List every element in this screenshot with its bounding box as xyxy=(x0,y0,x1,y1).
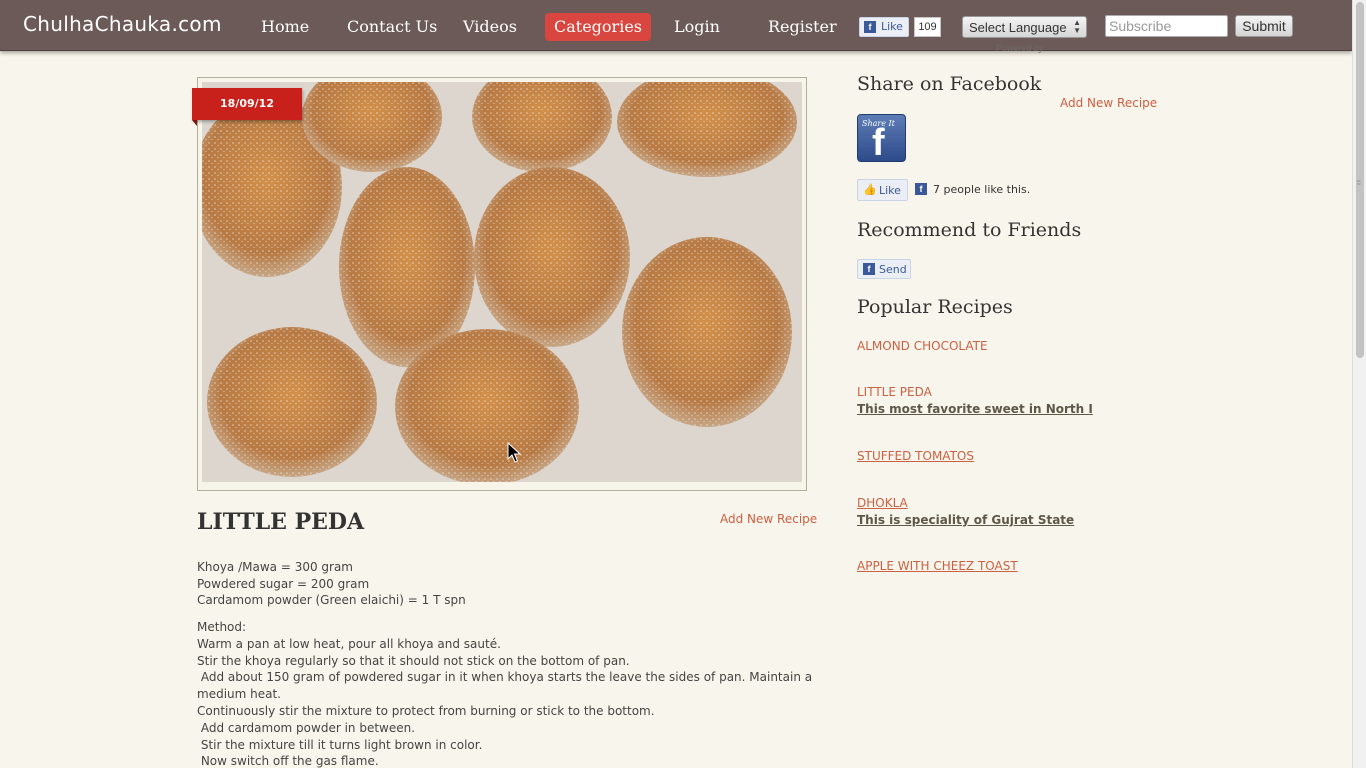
popular-recipe-link[interactable]: APPLE WITH CHEEZ TOAST xyxy=(857,559,1018,573)
method-line: Continuously stir the mixture to protect… xyxy=(197,703,655,718)
nav-categories[interactable]: Categories xyxy=(545,13,651,41)
popular-recipe-link[interactable]: DHOKLA xyxy=(857,496,908,510)
powered-by-text: Powered by xyxy=(996,43,1044,53)
subscribe-input[interactable]: Subscribe xyxy=(1105,15,1228,37)
popular-recipe-description[interactable]: This is speciality of Gujrat State xyxy=(857,513,1074,527)
recommend-heading: Recommend to Friends xyxy=(857,219,1082,241)
language-select[interactable]: Select Language ▲ ▼ xyxy=(962,16,1087,38)
ingredient-line: Cardamom powder (Green elaichi) = 1 T sp… xyxy=(197,593,466,608)
facebook-logo-icon: f xyxy=(872,122,885,162)
thumbs-up-icon: 👍 xyxy=(863,183,877,196)
method-line: Method: xyxy=(197,620,247,634)
nav-login[interactable]: Login xyxy=(674,17,720,36)
method-line: Stir the mixture till it turns light bro… xyxy=(197,737,483,752)
method-line: Add cardamom powder in between. xyxy=(197,720,416,735)
nav-contact-us[interactable]: Contact Us xyxy=(347,17,437,36)
nav-home[interactable]: Home xyxy=(261,17,309,36)
popular-recipe-link[interactable]: STUFFED TOMATOS xyxy=(857,449,974,463)
share-facebook-heading: Share on Facebook xyxy=(857,73,1042,95)
like-label: Like xyxy=(879,184,901,197)
add-new-recipe-link[interactable]: Add New Recipe xyxy=(720,512,817,526)
top-navbar: ChulhaChauka.com Home Contact Us Videos … xyxy=(0,0,1352,53)
facebook-like-button[interactable]: f Like xyxy=(859,17,909,37)
facebook-send-button[interactable]: f Send xyxy=(857,259,911,279)
mouse-cursor-icon xyxy=(507,442,521,463)
like-count-text: 7 people like this. xyxy=(933,183,1031,196)
site-logo[interactable]: ChulhaChauka.com xyxy=(23,12,222,36)
ingredient-line: Powdered sugar = 200 gram xyxy=(197,576,370,591)
popular-recipes-heading: Popular Recipes xyxy=(857,296,1013,318)
share-on-facebook-button[interactable]: Share It f xyxy=(857,114,906,162)
recipe-photo xyxy=(202,82,802,482)
sidebar-add-new-recipe-link[interactable]: Add New Recipe xyxy=(1060,96,1157,110)
ingredient-line: Khoya /Mawa = 300 gram xyxy=(197,560,353,574)
popular-recipe-link[interactable]: LITTLE PEDA xyxy=(857,385,932,399)
ingredients-list: Khoya /Mawa = 300 gram Powdered sugar = … xyxy=(197,559,466,609)
sidebar-like-button[interactable]: 👍 Like xyxy=(857,179,908,201)
nav-register[interactable]: Register xyxy=(768,17,837,36)
peda-sweets-image xyxy=(202,82,802,482)
nav-videos[interactable]: Videos xyxy=(463,17,517,36)
facebook-icon: f xyxy=(863,263,875,275)
page-scrollbar[interactable]: ═ ═ xyxy=(1352,0,1366,768)
recipe-title: LITTLE PEDA xyxy=(197,509,365,535)
recipe-photo-frame xyxy=(197,77,807,491)
scrollbar-grip-icon: ═ ═ xyxy=(1357,178,1361,188)
facebook-icon: f xyxy=(864,21,876,33)
like-count-badge: 109 xyxy=(914,17,941,37)
method-line: Now switch off the gas flame. xyxy=(197,754,379,768)
popular-recipe-link[interactable]: ALMOND CHOCOLATE xyxy=(857,339,988,353)
method-text: Method: Warm a pan at low heat, pour all… xyxy=(197,619,822,768)
method-line: Warm a pan at low heat, pour all khoya a… xyxy=(197,636,501,651)
method-line: Stir the khoya regularly so that it shou… xyxy=(197,653,630,668)
method-line: Add about 150 gram of powdered sugar in … xyxy=(197,670,816,702)
language-select-value: Select Language xyxy=(969,20,1067,35)
select-arrows-icon: ▲ ▼ xyxy=(1073,18,1081,35)
popular-recipe-description[interactable]: This most favorite sweet in North I xyxy=(857,402,1093,416)
facebook-icon: f xyxy=(915,183,927,195)
post-date-ribbon: 18/09/12 xyxy=(192,88,302,126)
send-label: Send xyxy=(879,263,907,276)
submit-button[interactable]: Submit xyxy=(1235,15,1293,37)
like-label: Like xyxy=(881,20,903,33)
